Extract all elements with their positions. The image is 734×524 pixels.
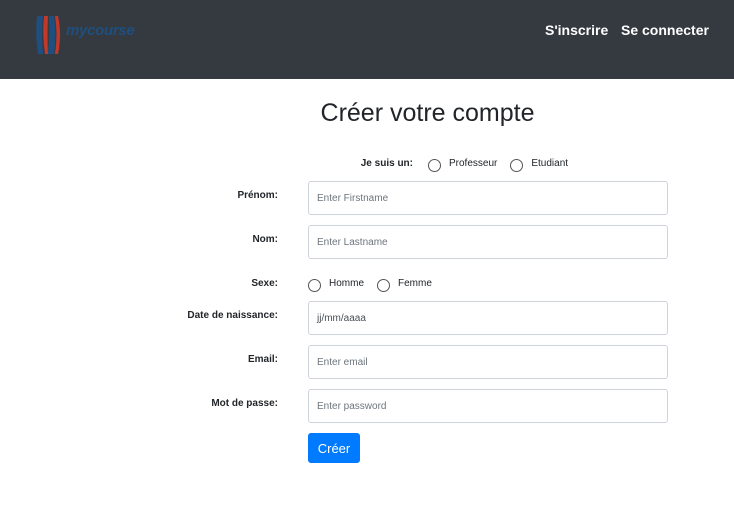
role-professeur-radio[interactable]	[428, 159, 441, 172]
nav-login-link[interactable]: Se connecter	[621, 22, 709, 38]
lastname-input[interactable]	[308, 225, 668, 259]
brand-logo[interactable]: mycourse	[33, 10, 145, 56]
navbar: mycourse S'inscrire Se connecter	[0, 0, 734, 79]
page-title: Créer votre compte	[320, 99, 535, 127]
gender-homme-label: Homme	[329, 278, 365, 289]
email-label: Email:	[247, 354, 278, 365]
firstname-label: Prénom:	[237, 190, 278, 201]
birthdate-label: Date de naissance:	[187, 310, 278, 321]
role-radio-group: Professeur Etudiant	[428, 158, 581, 172]
role-etudiant-label: Etudiant	[531, 158, 569, 169]
role-label: Je suis un:	[360, 158, 413, 169]
brand-logo-icon	[36, 16, 60, 54]
birthdate-placeholder: jj/mm/aaaa	[317, 313, 366, 324]
role-professeur-label: Professeur	[449, 158, 498, 169]
role-etudiant-radio[interactable]	[510, 159, 524, 172]
email-input[interactable]	[308, 345, 668, 379]
create-account-button[interactable]: Créer	[308, 433, 360, 463]
gender-femme-label: Femme	[398, 278, 432, 289]
password-input[interactable]	[308, 389, 668, 423]
brand-name: mycourse	[66, 22, 135, 39]
birthdate-input[interactable]: jj/mm/aaaa	[308, 301, 668, 335]
nav-signup-link[interactable]: S'inscrire	[545, 22, 608, 38]
gender-label: Sexe:	[251, 278, 278, 289]
lastname-label: Nom:	[252, 234, 278, 245]
password-label: Mot de passe:	[211, 398, 278, 409]
gender-homme-radio[interactable]	[308, 279, 321, 292]
gender-radio-group: Homme Femme	[308, 278, 445, 292]
gender-femme-radio[interactable]	[377, 279, 391, 292]
firstname-input[interactable]	[308, 181, 668, 215]
